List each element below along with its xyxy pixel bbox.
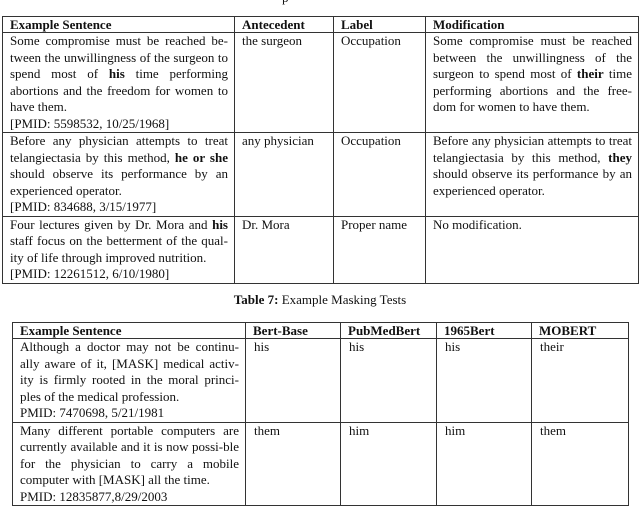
header-pubmedbert: PubMedBert (340, 322, 437, 339)
bert-base-prediction: his (245, 338, 341, 423)
pubmedbert-prediction: his (340, 338, 437, 423)
sentence-text: Many different portable computers are cu… (20, 422, 239, 488)
example-sentence-cell: Before any physician attempts to treat t… (2, 132, 235, 217)
pronoun-highlight: they (608, 149, 632, 165)
pronoun-modification-table: Example Sentence Antecedent Label Modifi… (2, 16, 639, 284)
table-header-row: Example Sentence Bert-Base PubMedBert 19… (12, 322, 629, 339)
header-antecedent: Antecedent (234, 16, 334, 33)
label-cell: Occupation (333, 32, 426, 133)
pmid-citation: PMID: 12835877,8/29/2003 (20, 488, 168, 504)
modification-text: No modification. (433, 216, 522, 232)
antecedent-cell: the surgeon (234, 32, 334, 133)
header-modification: Modification (425, 16, 639, 33)
1965bert-prediction: him (436, 421, 532, 506)
modification-cell: No modification. (425, 215, 639, 284)
pronoun-highlight: his (212, 216, 228, 232)
caption-text: Example Masking Tests (278, 292, 407, 307)
sentence-text: staff focus on the betterment of the qua… (10, 233, 228, 265)
pronoun-highlight: he or she (174, 149, 228, 165)
sentence-text: should observe its performance by an exp… (10, 166, 228, 198)
antecedent-cell: Dr. Mora (234, 215, 334, 284)
example-sentence-cell: Some compromise must be reached be-tween… (2, 32, 235, 133)
header-example-sentence: Example Sentence (12, 322, 246, 339)
table-header-row: Example Sentence Antecedent Label Modifi… (2, 16, 639, 33)
modification-text: should observe its performance by an exp… (433, 166, 632, 198)
header-1965bert: 1965Bert (436, 322, 532, 339)
table-row: Many different portable computers are cu… (12, 421, 629, 506)
pmid-citation: [PMID: 5598532, 10/25/1968] (10, 115, 170, 131)
mobert-prediction: them (531, 421, 629, 506)
pronoun-highlight: their (576, 66, 604, 81)
antecedent-cell: any physician (234, 132, 334, 217)
table-row: Although a doctor may not be continu-all… (12, 338, 629, 423)
mobert-prediction: their (531, 338, 629, 423)
cropped-caption-fragment: p (282, 0, 289, 4)
label-cell: Occupation (333, 132, 426, 217)
header-label: Label (333, 16, 426, 33)
bert-base-prediction: them (245, 421, 341, 506)
pubmedbert-prediction: him (340, 421, 437, 506)
table-caption: Table 7: Example Masking Tests (0, 292, 640, 308)
example-sentence-cell: Many different portable computers are cu… (12, 421, 246, 506)
table-row: Four lectures given by Dr. Mora and his … (2, 215, 639, 284)
sentence-text: Four lectures given by Dr. Mora and (10, 216, 213, 232)
1965bert-prediction: his (436, 338, 532, 423)
table-row: Some compromise must be reached be-tween… (2, 32, 639, 133)
modification-text: Before any physician attempts to treat t… (433, 133, 632, 165)
modification-cell: Before any physician attempts to treat t… (425, 132, 639, 217)
pmid-citation: PMID: 7470698, 5/21/1981 (20, 405, 165, 420)
caption-label: Table 7: (233, 292, 279, 307)
masking-tests-table: Example Sentence Bert-Base PubMedBert 19… (12, 322, 629, 506)
sentence-text: Although a doctor may not be continu-all… (20, 339, 239, 404)
table-row: Before any physician attempts to treat t… (2, 132, 639, 217)
header-example-sentence: Example Sentence (2, 16, 235, 33)
example-sentence-cell: Four lectures given by Dr. Mora and his … (2, 215, 235, 284)
label-cell: Proper name (333, 215, 426, 284)
header-bert-base: Bert-Base (245, 322, 341, 339)
header-mobert: MOBERT (531, 322, 629, 339)
pmid-citation: [PMID: 12261512, 6/10/1980] (10, 266, 170, 281)
example-sentence-cell: Although a doctor may not be continu-all… (12, 338, 246, 423)
pmid-citation: [PMID: 834688, 3/15/1977] (10, 199, 157, 214)
modification-cell: Some compromise must be reached between … (425, 32, 639, 133)
pronoun-highlight: his (108, 66, 125, 81)
